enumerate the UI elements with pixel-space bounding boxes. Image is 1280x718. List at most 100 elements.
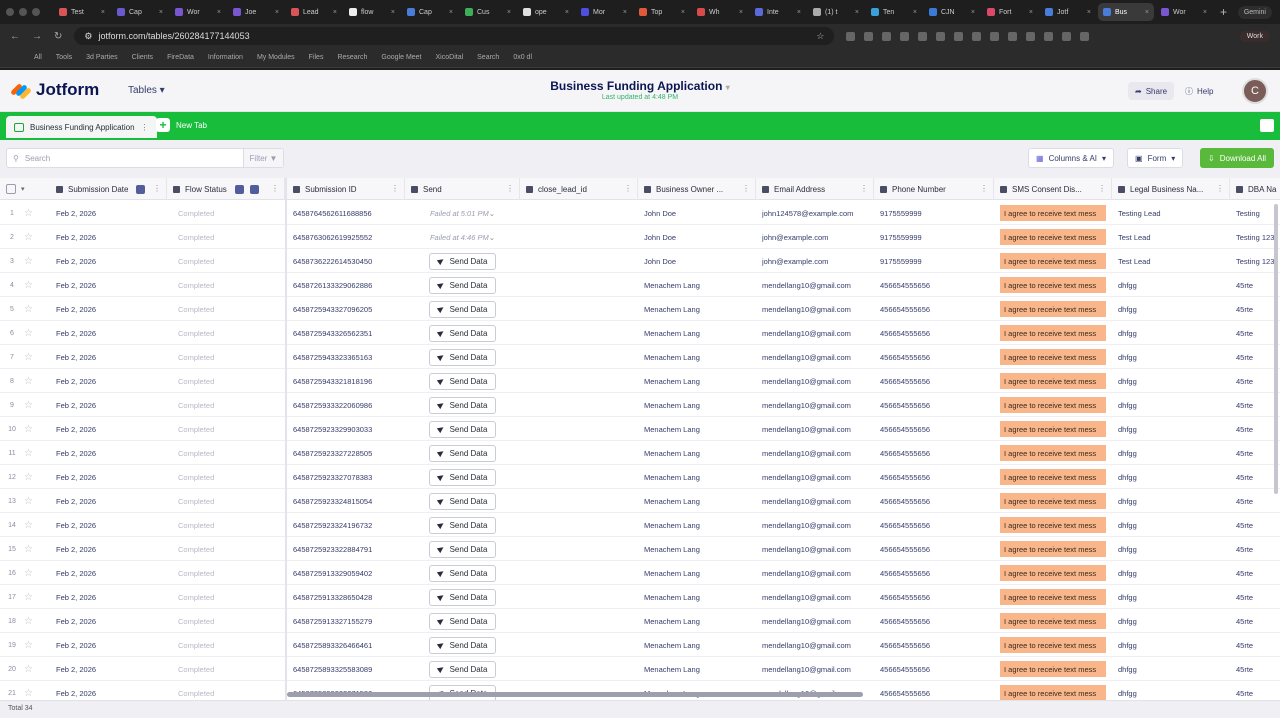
table-row[interactable]: 12 ☆ Feb 2, 2026 Completed 64587259233270783… [0, 465, 1280, 489]
phone-cell[interactable]: 456654555656 [874, 417, 994, 441]
legal-business-name-cell[interactable]: Test Lead [1112, 225, 1230, 249]
dba-name-cell[interactable]: Testing 123 [1230, 249, 1280, 273]
sms-consent-cell[interactable]: I agree to receive text mess [994, 489, 1112, 513]
dba-name-cell[interactable]: 45rte [1230, 321, 1280, 345]
columns-ai-button[interactable]: ▦ Columns & AI ▾ [1028, 148, 1115, 168]
column-header[interactable]: Phone Number ⋮ [874, 178, 994, 200]
send-data-button[interactable]: Send Data [428, 348, 497, 366]
star-icon[interactable]: ☆ [24, 441, 38, 465]
send-cell[interactable]: Send Data [405, 297, 520, 321]
column-menu-icon[interactable]: ⋮ [153, 185, 161, 193]
sms-consent-cell[interactable]: I agree to receive text mess [994, 345, 1112, 369]
submission-id-cell[interactable]: 6458725923324196732 [287, 513, 405, 537]
sms-consent-cell[interactable]: I agree to receive text mess [994, 681, 1112, 700]
legal-business-name-cell[interactable]: dhfgg [1112, 417, 1230, 441]
dba-name-cell[interactable]: Testing 123 [1230, 225, 1280, 249]
sms-consent-cell[interactable]: I agree to receive text mess [994, 441, 1112, 465]
flow-status-cell[interactable]: Completed [172, 273, 282, 297]
send-cell[interactable]: Send Data [405, 681, 520, 700]
table-row[interactable]: 2 ☆ Feb 2, 2026 Completed 645876306261992555… [0, 225, 1280, 249]
legal-business-name-cell[interactable]: dhfgg [1112, 393, 1230, 417]
submission-id-cell[interactable]: 6458725943323365163 [287, 345, 405, 369]
send-data-button[interactable]: Send Data [428, 540, 497, 558]
star-icon[interactable]: ☆ [24, 609, 38, 633]
send-data-button[interactable]: Send Data [428, 564, 497, 582]
send-cell[interactable]: Send Data [405, 273, 520, 297]
star-icon[interactable]: ☆ [24, 321, 38, 345]
bookmark-star-icon[interactable]: ☆ [816, 31, 824, 42]
search-input[interactable]: ⚲ Search Filter ▼ [6, 148, 284, 168]
star-icon[interactable]: ☆ [24, 225, 38, 249]
star-icon[interactable]: ☆ [24, 297, 38, 321]
column-menu-icon[interactable]: ⋮ [860, 185, 868, 193]
business-owner-cell[interactable]: Menachem Lang [638, 561, 756, 585]
bookmark-item[interactable]: Research [337, 54, 367, 61]
bookmark-item[interactable]: 3d Parties [86, 54, 118, 61]
submission-date-cell[interactable]: Feb 2, 2026 [50, 249, 167, 273]
phone-cell[interactable]: 456654555656 [874, 345, 994, 369]
submission-date-cell[interactable]: Feb 2, 2026 [50, 201, 167, 225]
bookmark-item[interactable]: My Modules [257, 54, 295, 61]
send-data-button[interactable]: Send Data [428, 420, 497, 438]
frozen-column-divider[interactable] [285, 178, 287, 700]
panel-toggle-icon[interactable] [1260, 119, 1274, 132]
site-info-icon[interactable]: ⚙ [84, 31, 92, 42]
email-cell[interactable]: mendellang10@gmail.com [756, 369, 874, 393]
business-owner-cell[interactable]: Menachem Lang [638, 297, 756, 321]
close-lead-id-cell[interactable] [520, 417, 638, 441]
column-menu-icon[interactable]: ⋮ [1216, 185, 1224, 193]
close-lead-id-cell[interactable] [520, 489, 638, 513]
phone-cell[interactable]: 456654555656 [874, 465, 994, 489]
send-cell[interactable]: Send Data [405, 465, 520, 489]
sms-consent-cell[interactable]: I agree to receive text mess [994, 321, 1112, 345]
close-lead-id-cell[interactable] [520, 225, 638, 249]
send-failed-status[interactable]: Failed at 4:46 PM [430, 233, 489, 242]
sort-badge-icon[interactable] [234, 184, 244, 194]
submission-date-cell[interactable]: Feb 2, 2026 [50, 657, 167, 681]
close-lead-id-cell[interactable] [520, 465, 638, 489]
close-lead-id-cell[interactable] [520, 537, 638, 561]
phone-cell[interactable]: 456654555656 [874, 609, 994, 633]
column-menu-icon[interactable]: ⋮ [980, 185, 988, 193]
dba-name-cell[interactable]: 45rte [1230, 441, 1280, 465]
submission-id-cell[interactable]: 6458725913328650428 [287, 585, 405, 609]
dba-name-cell[interactable]: 45rte [1230, 681, 1280, 700]
business-owner-cell[interactable]: John Doe [638, 201, 756, 225]
send-cell[interactable]: Failed at 5:01 PM ⌄ [405, 201, 520, 225]
submission-date-cell[interactable]: Feb 2, 2026 [50, 489, 167, 513]
send-cell[interactable]: Send Data [405, 561, 520, 585]
dba-name-cell[interactable]: 45rte [1230, 393, 1280, 417]
sms-consent-cell[interactable]: I agree to receive text mess [994, 513, 1112, 537]
close-icon[interactable]: × [275, 9, 279, 16]
star-icon[interactable]: ☆ [24, 489, 38, 513]
email-cell[interactable]: mendellang10@gmail.com [756, 465, 874, 489]
business-owner-cell[interactable]: Menachem Lang [638, 417, 756, 441]
tab-more-icon[interactable]: ⋮ [141, 123, 149, 132]
browser-tab[interactable]: Wor × [170, 3, 226, 21]
business-owner-cell[interactable]: Menachem Lang [638, 273, 756, 297]
email-cell[interactable]: mendellang10@gmail.com [756, 273, 874, 297]
email-cell[interactable]: mendellang10@gmail.com [756, 513, 874, 537]
email-cell[interactable]: mendellang10@gmail.com [756, 345, 874, 369]
star-icon[interactable]: ☆ [24, 393, 38, 417]
table-row[interactable]: 20 ☆ Feb 2, 2026 Completed 64587258933255830… [0, 657, 1280, 681]
dba-name-cell[interactable]: 45rte [1230, 273, 1280, 297]
email-cell[interactable]: mendellang10@gmail.com [756, 441, 874, 465]
send-failed-status[interactable]: Failed at 5:01 PM [430, 209, 489, 218]
close-lead-id-cell[interactable] [520, 273, 638, 297]
close-lead-id-cell[interactable] [520, 633, 638, 657]
submission-id-cell[interactable]: 645872594332181819​6 [287, 369, 405, 393]
browser-tab[interactable]: Cus × [460, 3, 516, 21]
close-lead-id-cell[interactable] [520, 369, 638, 393]
bookmark-item[interactable]: 0x0 dl [513, 54, 532, 61]
star-icon[interactable]: ☆ [24, 369, 38, 393]
close-icon[interactable]: × [217, 9, 221, 16]
table-row[interactable]: 3 ☆ Feb 2, 2026 Completed 645873622261453045… [0, 249, 1280, 273]
browser-tab[interactable]: Jotf × [1040, 3, 1096, 21]
browser-tab[interactable]: CJN × [924, 3, 980, 21]
submission-date-cell[interactable]: Feb 2, 2026 [50, 561, 167, 585]
new-browser-tab-button[interactable]: + [1220, 5, 1227, 19]
browser-tab[interactable]: (1) t × [808, 3, 864, 21]
legal-business-name-cell[interactable]: dhfgg [1112, 657, 1230, 681]
submission-id-cell[interactable]: 6458764562611688856 [287, 201, 405, 225]
